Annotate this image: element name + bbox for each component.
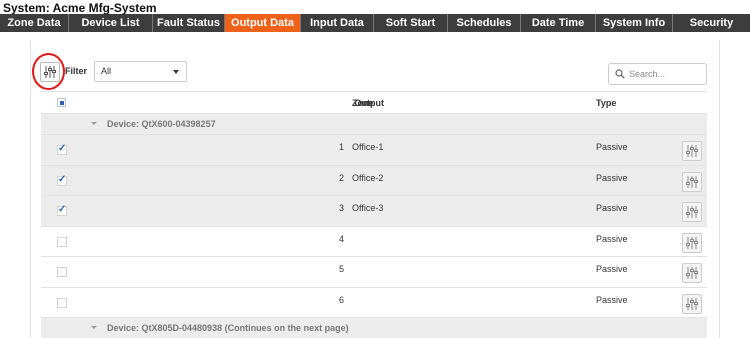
row-settings-button[interactable]: [682, 232, 702, 253]
table-row[interactable]: ✓ 3 Office-3 Passive: [41, 196, 707, 227]
checkmark-icon: ✓: [58, 143, 67, 154]
zone-cell: Office-1: [352, 142, 384, 152]
search-input[interactable]: [629, 66, 703, 82]
device-group-header[interactable]: Device: QtX805D-04480938 (Continues on t…: [41, 318, 707, 338]
table-row[interactable]: 4 Passive: [41, 226, 707, 257]
checkmark-icon: ✓: [58, 204, 67, 215]
tab-device-list[interactable]: Device List: [69, 14, 153, 32]
tab-system-info[interactable]: System Info: [596, 14, 673, 32]
table-row[interactable]: 6 Passive: [41, 287, 707, 318]
type-cell: Passive: [596, 233, 628, 244]
row-checkbox[interactable]: [57, 297, 67, 308]
table-row[interactable]: 5 Passive: [41, 257, 707, 288]
tab-fault-status[interactable]: Fault Status: [153, 14, 225, 32]
table-header: Output Zone Type: [41, 92, 707, 114]
sliders-icon: [686, 145, 698, 157]
search-box[interactable]: [608, 63, 707, 85]
header-zone: Zone: [352, 98, 374, 108]
output-cell: 1: [338, 142, 344, 152]
sliders-icon: [686, 236, 698, 249]
sliders-icon: [686, 297, 698, 310]
tab-soft-start[interactable]: Soft Start: [374, 14, 448, 32]
device-group-label: Device: QtX805D-04480938 (Continues on t…: [107, 323, 349, 333]
system-title: System: Acme Mfg-System: [3, 1, 157, 15]
collapse-caret-icon[interactable]: [91, 326, 97, 329]
filter-label: Filter: [65, 66, 88, 76]
output-cell: 2: [338, 172, 344, 183]
output-cell: 5: [338, 264, 344, 274]
type-cell: Passive: [596, 142, 628, 152]
filter-dropdown[interactable]: All: [94, 61, 187, 82]
collapse-caret-icon[interactable]: [91, 122, 97, 125]
header-type: Type: [596, 98, 617, 108]
output-cell: 3: [338, 203, 344, 213]
sliders-icon: [686, 206, 698, 218]
checkmark-icon: ✓: [58, 173, 67, 185]
row-settings-button[interactable]: [682, 263, 702, 283]
type-cell: Passive: [596, 172, 628, 183]
row-settings-button[interactable]: [682, 171, 702, 192]
device-group-header[interactable]: Device: QtX600-04398257: [41, 114, 707, 135]
tab-date-time[interactable]: Date Time: [521, 14, 596, 32]
row-checkbox[interactable]: [57, 267, 67, 277]
tab-schedules[interactable]: Schedules: [448, 14, 521, 32]
table-row[interactable]: ✓ 2 Office-2 Passive: [41, 165, 707, 196]
tab-security[interactable]: Security: [673, 14, 750, 32]
tab-output-data[interactable]: Output Data: [225, 14, 301, 32]
select-all-checkbox[interactable]: [57, 98, 66, 107]
table-row[interactable]: ✓ 1 Office-1 Passive: [41, 135, 707, 166]
output-cell: 4: [338, 233, 344, 244]
tab-bar: Zone Data Device List Fault Status Outpu…: [0, 14, 750, 32]
type-cell: Passive: [596, 264, 628, 274]
row-checkbox[interactable]: [57, 236, 67, 247]
tab-input-data[interactable]: Input Data: [301, 14, 374, 32]
row-settings-button[interactable]: [682, 141, 702, 161]
row-checkbox[interactable]: ✓: [57, 173, 67, 186]
row-settings-button[interactable]: [682, 202, 702, 222]
tab-zone-data[interactable]: Zone Data: [0, 14, 69, 32]
highlight-circle: [32, 53, 65, 90]
output-table: Output Zone Type Device: QtX600-04398257…: [41, 91, 707, 338]
sliders-icon: [686, 175, 698, 188]
type-cell: Passive: [596, 203, 628, 213]
row-checkbox[interactable]: ✓: [57, 143, 67, 155]
zone-cell: Office-2: [352, 172, 384, 183]
zone-cell: Office-3: [352, 203, 384, 213]
filter-selected-value: All: [101, 66, 112, 76]
row-checkbox[interactable]: ✓: [57, 204, 67, 216]
chevron-down-icon: [173, 70, 179, 74]
row-settings-button[interactable]: [682, 293, 702, 314]
device-group-label: Device: QtX600-04398257: [107, 119, 216, 129]
type-cell: Passive: [596, 294, 628, 305]
sliders-icon: [686, 267, 698, 279]
output-cell: 6: [338, 294, 344, 305]
search-icon: [615, 69, 625, 79]
